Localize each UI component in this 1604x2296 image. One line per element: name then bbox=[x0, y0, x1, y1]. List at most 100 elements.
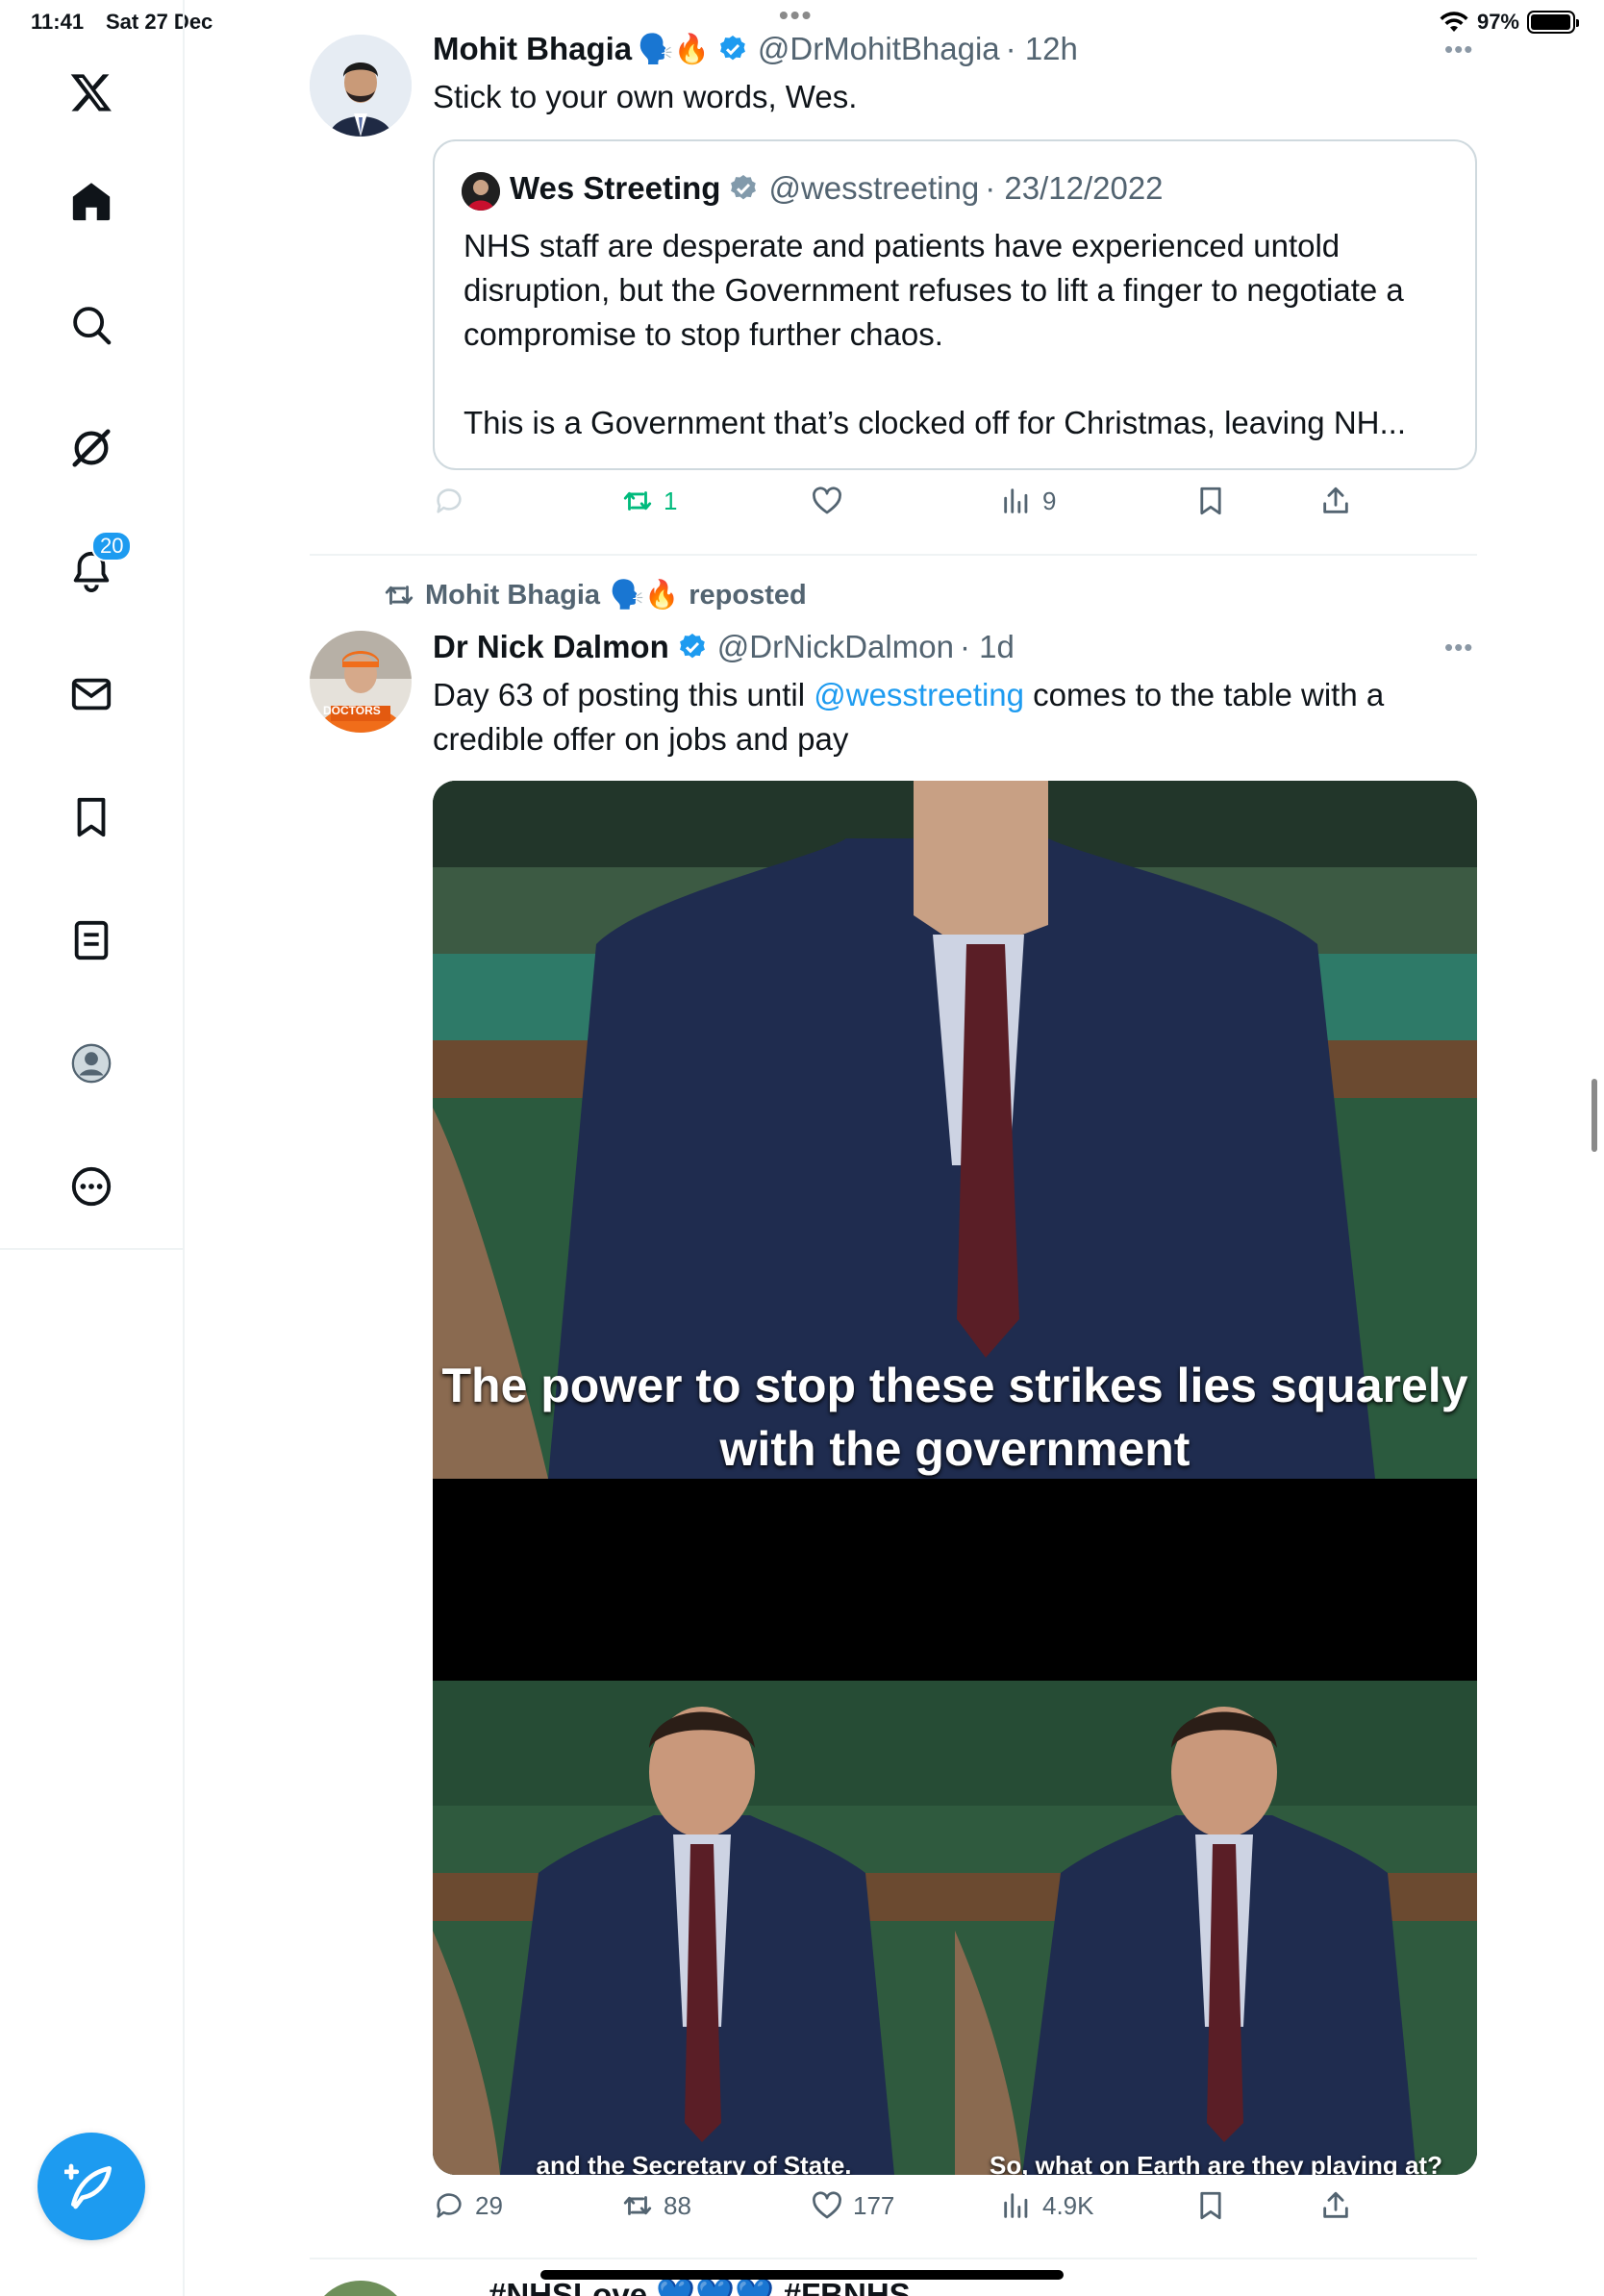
tweet-divider bbox=[310, 2258, 1477, 2259]
next-tweet-text: #NHSLove 💙💙💙 #FBNHS bbox=[489, 2277, 911, 2296]
tweet-text: Stick to your own words, Wes. bbox=[433, 79, 858, 114]
repost-icon bbox=[385, 586, 414, 605]
quote-paragraph-1: NHS staff are desperate and patients hav… bbox=[464, 228, 1404, 352]
scrollbar[interactable] bbox=[1591, 1079, 1597, 1152]
video-frame-main: The power to stop these strikes lies squ… bbox=[433, 781, 1477, 1479]
repost-author[interactable]: Mohit Bhagia bbox=[425, 580, 600, 611]
x-logo-icon[interactable] bbox=[61, 62, 122, 123]
multitasking-dots-icon[interactable]: ••• bbox=[779, 2, 813, 29]
heart-icon bbox=[813, 487, 841, 514]
bell-icon[interactable]: 20 bbox=[61, 531, 133, 602]
repost-icon bbox=[623, 491, 652, 511]
like-count: 177 bbox=[853, 2190, 895, 2220]
bookmark-icon bbox=[1200, 2191, 1221, 2220]
video-black-band bbox=[433, 1479, 1477, 1681]
tweet-media[interactable]: The power to stop these strikes lies squ… bbox=[433, 781, 1477, 2175]
sidebar-nav: 20 bbox=[0, 0, 185, 1250]
quote-author-name: Wes Streeting bbox=[510, 170, 721, 206]
tweet-text: Day 63 of posting this until @wesstreeti… bbox=[433, 673, 1477, 761]
compose-button[interactable] bbox=[38, 2133, 145, 2240]
tweet-actions: 1 9 bbox=[433, 485, 1375, 533]
home-indicator[interactable] bbox=[540, 2270, 1064, 2280]
views-button[interactable]: 4.9K bbox=[1000, 2189, 1094, 2222]
list-icon[interactable] bbox=[61, 910, 122, 971]
repost-label: reposted bbox=[689, 579, 807, 611]
quote-avatar bbox=[462, 172, 500, 211]
share-button[interactable] bbox=[1319, 2189, 1352, 2222]
author-name[interactable]: Mohit Bhagia bbox=[433, 31, 632, 67]
more-circle-icon[interactable] bbox=[61, 1156, 122, 1217]
tweet-text-part: Day 63 of posting this until bbox=[433, 677, 815, 712]
next-tweet-peek[interactable]: #NHSLove 💙💙💙 #FBNHS bbox=[310, 2263, 1477, 2296]
author-name[interactable]: Dr Nick Dalmon bbox=[433, 629, 669, 665]
mention-link[interactable]: @wesstreeting bbox=[814, 677, 1024, 712]
quote-header: Wes Streeting @wesstreeting · 23/12/2022 bbox=[510, 170, 1164, 207]
repost-count: 88 bbox=[664, 2190, 691, 2220]
avatar[interactable] bbox=[310, 35, 412, 137]
repost-button[interactable]: 88 bbox=[621, 2189, 691, 2222]
video-caption-left: and the Secretary of State. bbox=[536, 2151, 852, 2175]
mail-icon[interactable] bbox=[61, 663, 122, 725]
verified-badge-icon bbox=[719, 36, 745, 61]
video-frame-left: and the Secretary of State. bbox=[433, 1681, 955, 2175]
views-button[interactable]: 9 bbox=[1000, 485, 1056, 517]
share-button[interactable] bbox=[1319, 485, 1352, 517]
profile-icon[interactable] bbox=[61, 1033, 122, 1094]
repost-button[interactable]: 1 bbox=[621, 485, 677, 517]
quoted-tweet[interactable]: Wes Streeting @wesstreeting · 23/12/2022… bbox=[433, 139, 1477, 470]
share-icon bbox=[1323, 487, 1348, 513]
views-chart-icon bbox=[1004, 488, 1028, 513]
quote-handle: @wesstreeting bbox=[768, 170, 980, 206]
tweet-header: Mohit Bhagia 🗣️🔥 @DrMohitBhagia · 12h bbox=[433, 31, 1078, 67]
tweet-header: Dr Nick Dalmon @DrNickDalmon · 1d bbox=[433, 629, 1015, 665]
author-handle[interactable]: @DrMohitBhagia bbox=[758, 31, 1000, 67]
wifi-icon bbox=[1440, 12, 1468, 32]
share-icon bbox=[1323, 2191, 1348, 2218]
repost-emoji: 🗣️🔥 bbox=[610, 580, 680, 611]
reply-icon bbox=[437, 2193, 462, 2218]
grok-icon[interactable] bbox=[61, 417, 122, 479]
verified-badge-icon bbox=[731, 175, 757, 200]
verified-badge-icon bbox=[679, 634, 705, 659]
tweet-actions: 29 88 177 4.9K bbox=[433, 2189, 1375, 2237]
avatar bbox=[310, 2281, 412, 2296]
bookmark-icon[interactable] bbox=[61, 786, 122, 848]
video-caption-main: The power to stop these strikes lies squ… bbox=[441, 1359, 1468, 1476]
more-options-icon[interactable]: ••• bbox=[1444, 35, 1473, 64]
video-caption-right: So, what on Earth are they playing at? bbox=[990, 2151, 1442, 2175]
tweet-divider bbox=[310, 554, 1477, 556]
status-indicators: 97% bbox=[1439, 10, 1579, 35]
home-icon[interactable] bbox=[61, 171, 122, 233]
author-handle[interactable]: @DrNickDalmon bbox=[717, 629, 954, 665]
repost-icon bbox=[623, 2196, 652, 2215]
views-count: 4.9K bbox=[1042, 2190, 1094, 2220]
tweet-time[interactable]: · 12h bbox=[1006, 31, 1078, 67]
author-emoji: 🗣️🔥 bbox=[638, 33, 710, 65]
bookmark-icon bbox=[1200, 487, 1221, 515]
reply-button[interactable] bbox=[433, 485, 475, 517]
views-chart-icon bbox=[1004, 2193, 1028, 2218]
views-count: 9 bbox=[1042, 486, 1057, 515]
battery-percent: 97% bbox=[1476, 10, 1519, 34]
notification-badge: 20 bbox=[91, 531, 133, 562]
compose-feather-icon bbox=[64, 2163, 112, 2209]
heart-icon bbox=[813, 2191, 841, 2219]
bookmark-button[interactable] bbox=[1194, 485, 1227, 517]
battery-icon bbox=[1527, 11, 1579, 34]
quote-text: NHS staff are desperate and patients hav… bbox=[464, 224, 1454, 445]
search-icon[interactable] bbox=[61, 294, 122, 356]
reply-count: 29 bbox=[475, 2190, 503, 2220]
bookmark-button[interactable] bbox=[1194, 2189, 1227, 2222]
reply-icon bbox=[437, 488, 462, 513]
video-frame-right: So, what on Earth are they playing at? bbox=[955, 1681, 1477, 2175]
quote-paragraph-2: This is a Government that’s clocked off … bbox=[464, 405, 1406, 440]
repost-count: 1 bbox=[664, 486, 678, 515]
more-options-icon[interactable]: ••• bbox=[1444, 633, 1473, 662]
avatar[interactable]: DOCTORS bbox=[310, 631, 412, 733]
reply-button[interactable]: 29 bbox=[433, 2189, 503, 2222]
tweet-time[interactable]: · 1d bbox=[960, 629, 1015, 665]
like-button[interactable]: 177 bbox=[811, 2189, 894, 2222]
quote-date: · 23/12/2022 bbox=[985, 170, 1164, 206]
like-button[interactable] bbox=[811, 485, 853, 517]
avatar-label: DOCTORS bbox=[323, 704, 381, 717]
